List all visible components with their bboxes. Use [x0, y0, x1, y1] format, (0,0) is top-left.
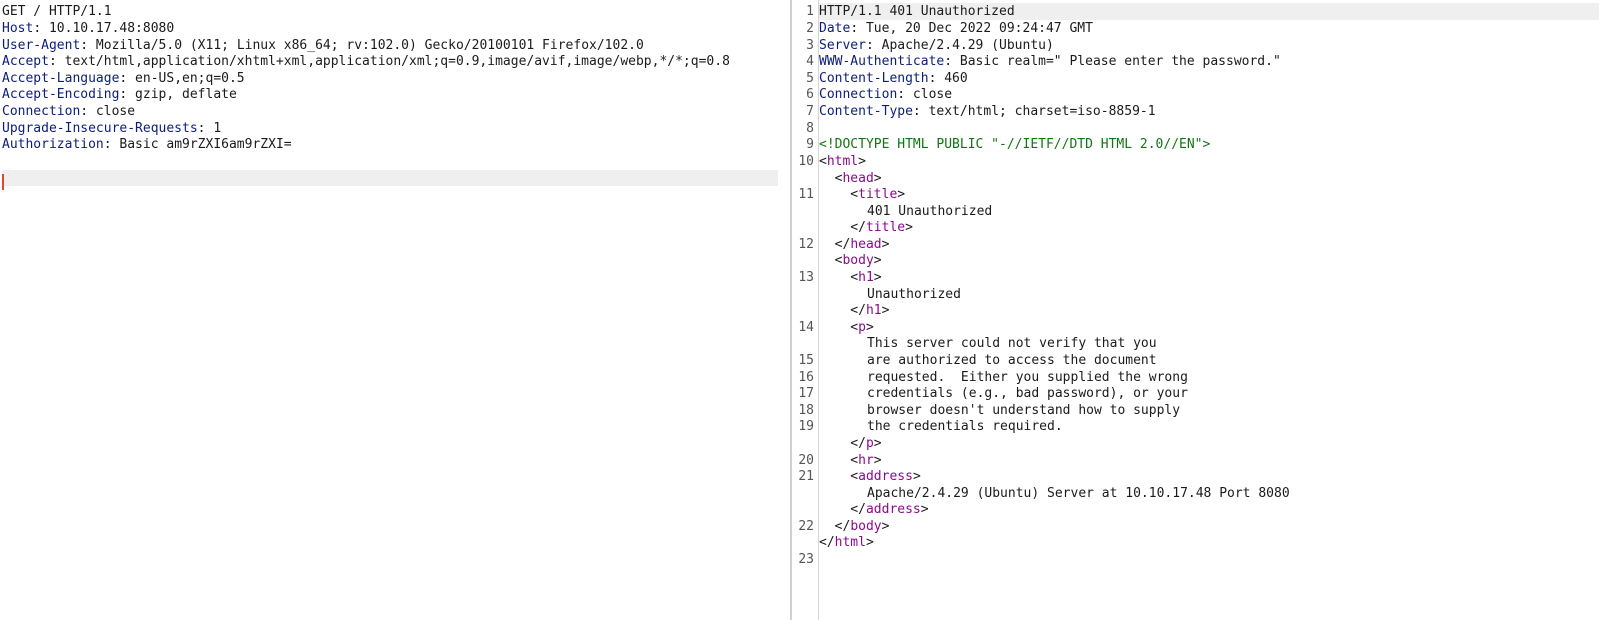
title-text: 401 Unauthorized — [867, 204, 993, 219]
line-number: 15 — [798, 353, 814, 368]
body-open-tag: <body> — [819, 253, 882, 268]
line-number: 3 — [806, 38, 814, 53]
response-viewer[interactable]: 1 2 3 4 5 6 7 8 9 10 11 12 13 14 15 16 1… — [792, 0, 1608, 620]
line-number: 14 — [798, 320, 814, 335]
line-number: 9 — [806, 137, 814, 152]
hr-tag: <hr> — [819, 453, 882, 468]
p-text-line: credentials (e.g., bad password), or you… — [867, 386, 1188, 401]
request-header-accept: Accept: text/html,application/xhtml+xml,… — [2, 54, 730, 69]
request-header-accept-language: Accept-Language: en-US,en;q=0.5 — [2, 71, 245, 86]
line-number: 22 — [798, 519, 814, 534]
request-line: GET / HTTP/1.1 — [2, 4, 112, 19]
line-number: 4 — [806, 54, 814, 69]
title-open-tag: <title> — [819, 187, 906, 202]
p-text-line: are authorized to access the document — [867, 353, 1157, 368]
response-header-connection: Connection: close — [819, 87, 953, 102]
response-doctype: <!DOCTYPE HTML PUBLIC "-//IETF//DTD HTML… — [819, 137, 1211, 152]
request-header-host: Host: 10.10.17.48:8080 — [2, 21, 175, 36]
text-caret — [2, 174, 4, 190]
line-number: 6 — [806, 87, 814, 102]
line-number: 11 — [798, 187, 814, 202]
line-number: 10 — [798, 154, 814, 169]
p-text-line: This server could not verify that you — [867, 336, 1157, 351]
h1-text: Unauthorized — [867, 287, 961, 302]
request-current-line[interactable] — [2, 170, 778, 186]
line-number-gutter: 1 2 3 4 5 6 7 8 9 10 11 12 13 14 15 16 1… — [792, 0, 819, 620]
title-close-tag: </title> — [819, 220, 913, 235]
line-number: 12 — [798, 237, 814, 252]
request-editor[interactable]: GET / HTTP/1.1 Host: 10.10.17.48:8080 Us… — [0, 0, 790, 620]
line-number: 7 — [806, 104, 814, 119]
head-open-tag: <head> — [819, 171, 882, 186]
h1-open-tag: <h1> — [819, 270, 882, 285]
request-header-authorization: Authorization: Basic am9rZXI6am9rZXI= — [2, 137, 292, 152]
request-header-accept-encoding: Accept-Encoding: gzip, deflate — [2, 87, 237, 102]
line-number: 8 — [806, 121, 814, 136]
request-header-connection: Connection: close — [2, 104, 136, 119]
p-close-tag: </p> — [819, 436, 882, 451]
html-open-tag: <html> — [819, 154, 866, 169]
html-close-tag: </html> — [819, 535, 874, 550]
response-header-www-authenticate: WWW-Authenticate: Basic realm=" Please e… — [819, 54, 1281, 69]
p-text-line: the credentials required. — [867, 419, 1063, 434]
request-header-user-agent: User-Agent: Mozilla/5.0 (X11; Linux x86_… — [2, 38, 644, 53]
response-header-content-length: Content-Length: 460 — [819, 71, 968, 86]
p-open-tag: <p> — [819, 320, 874, 335]
line-number: 19 — [798, 419, 814, 434]
address-text: Apache/2.4.29 (Ubuntu) Server at 10.10.1… — [867, 486, 1290, 501]
head-close-tag: </head> — [819, 237, 890, 252]
request-header-upgrade-insecure: Upgrade-Insecure-Requests: 1 — [2, 121, 222, 136]
h1-close-tag: </h1> — [819, 303, 890, 318]
line-number: 21 — [798, 469, 814, 484]
line-number: 23 — [798, 552, 814, 567]
body-close-tag: </body> — [819, 519, 890, 534]
response-status-line: HTTP/1.1 401 Unauthorized — [819, 3, 1599, 20]
line-number: 17 — [798, 386, 814, 401]
line-number: 16 — [798, 370, 814, 385]
line-number: 2 — [806, 21, 814, 36]
line-number: 18 — [798, 403, 814, 418]
line-number: 20 — [798, 453, 814, 468]
response-header-date: Date: Tue, 20 Dec 2022 09:24:47 GMT — [819, 21, 1093, 36]
line-number: 1 — [806, 4, 814, 19]
line-number: 13 — [798, 270, 814, 285]
line-number: 5 — [806, 71, 814, 86]
address-open-tag: <address> — [819, 469, 921, 484]
address-close-tag: </address> — [819, 502, 929, 517]
p-text-line: requested. Either you supplied the wrong — [867, 370, 1188, 385]
p-text-line: browser doesn't understand how to supply — [867, 403, 1181, 418]
response-header-server: Server: Apache/2.4.29 (Ubuntu) — [819, 38, 1054, 53]
response-header-content-type: Content-Type: text/html; charset=iso-885… — [819, 104, 1156, 119]
